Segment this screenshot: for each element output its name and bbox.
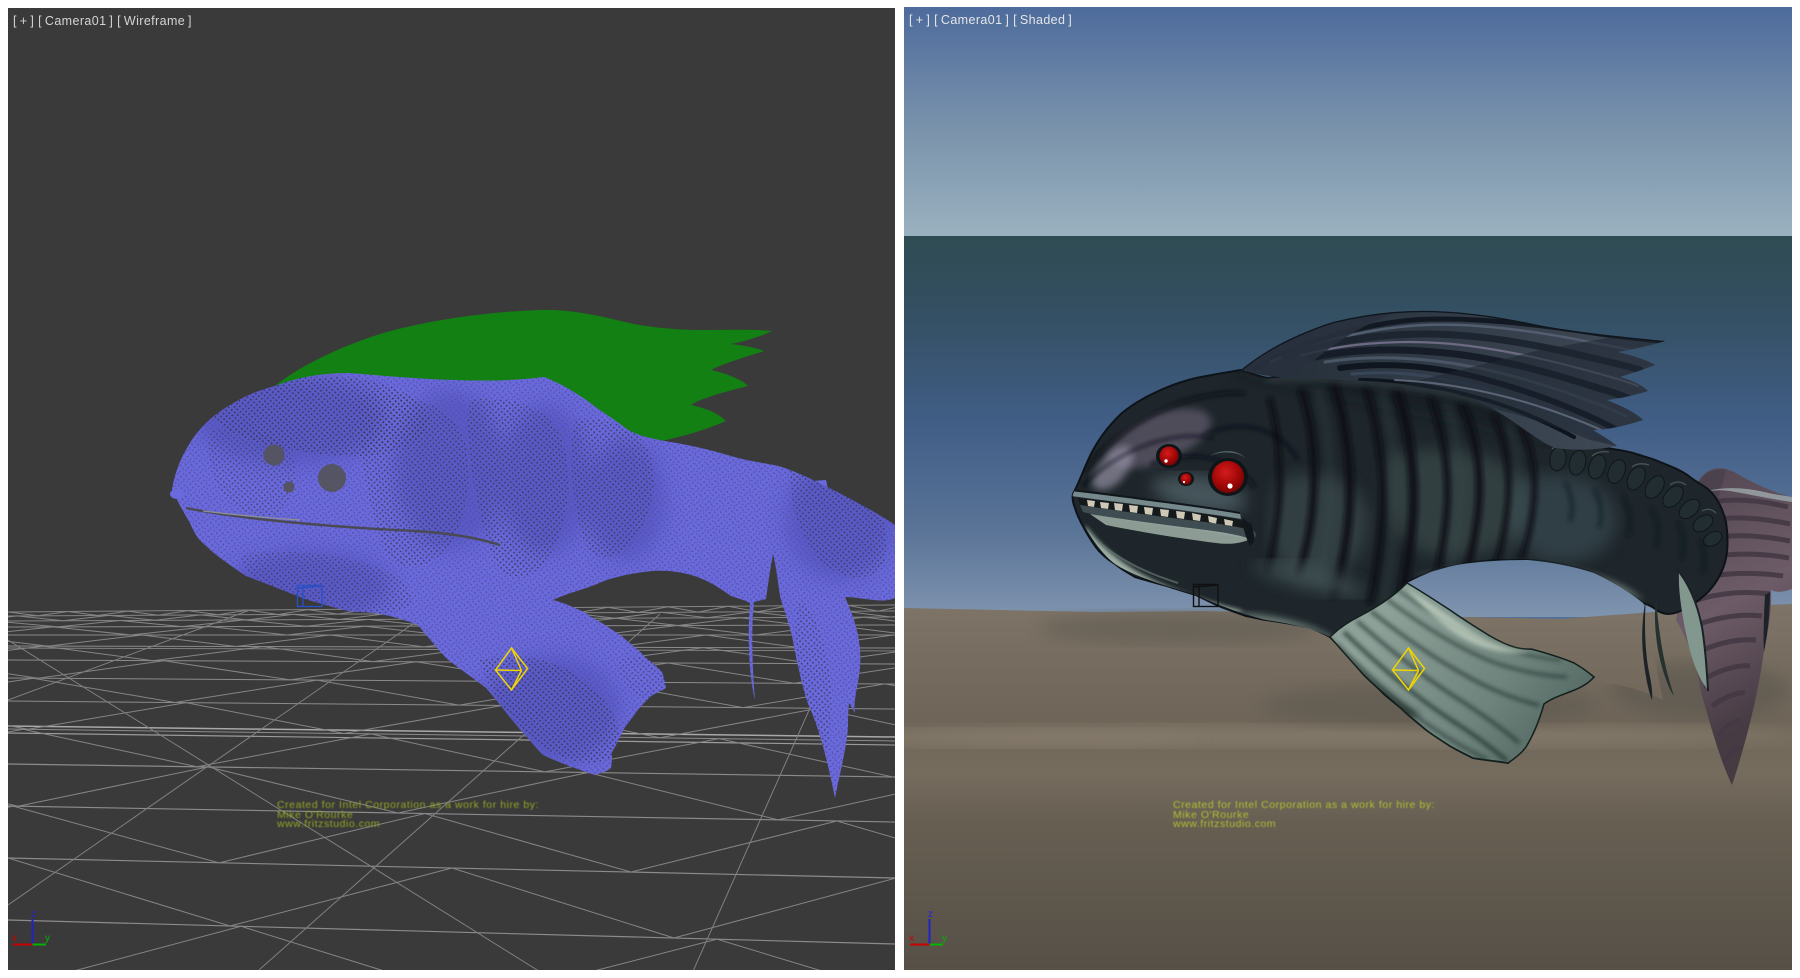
svg-text:y: y [45,933,50,944]
svg-text:y: y [942,933,947,944]
svg-text:x: x [12,933,17,944]
svg-text:z: z [31,909,36,920]
svg-text:x: x [909,933,914,944]
svg-text:z: z [928,909,933,920]
